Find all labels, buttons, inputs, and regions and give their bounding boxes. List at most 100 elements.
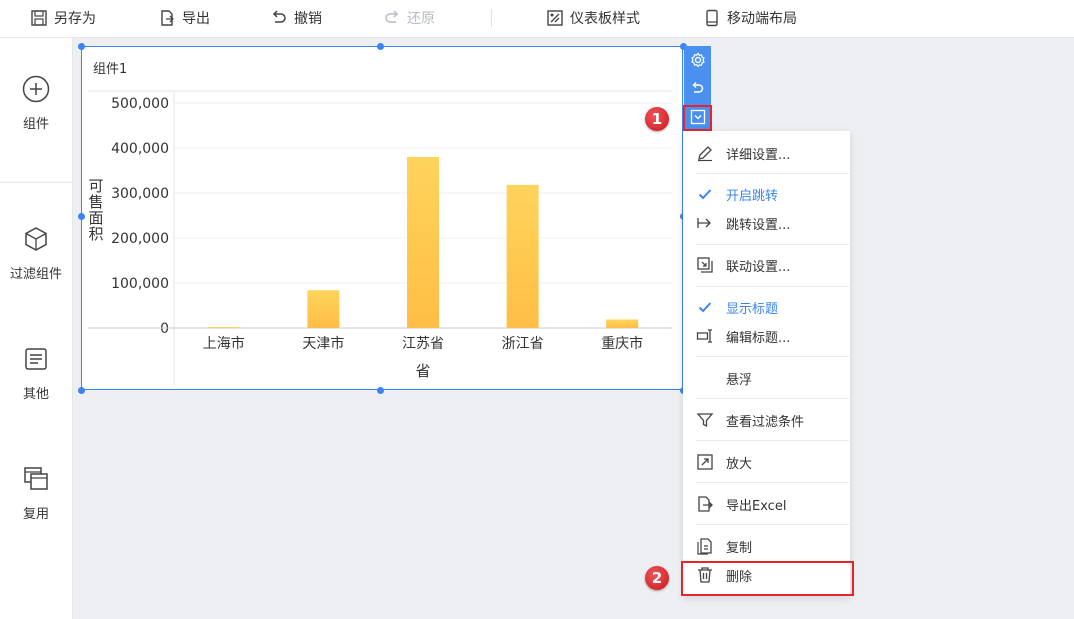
dashboard-style-label: 仪表板样式 <box>570 11 640 27</box>
expand-icon <box>695 452 715 472</box>
menu-item-export-excel[interactable]: 导出Excel <box>683 491 850 517</box>
menu-divider <box>696 524 849 525</box>
menu-item-label: 放大 <box>726 456 753 472</box>
y-tick-label: 300,000 <box>111 186 169 202</box>
resize-handle[interactable] <box>78 213 85 220</box>
menu-item-enable-jump[interactable]: 开启跳转 <box>683 181 850 207</box>
menu-divider <box>696 173 849 174</box>
resize-handle[interactable] <box>78 43 85 50</box>
menu-item-label: 复制 <box>726 540 753 556</box>
y-tick-label: 500,000 <box>111 96 169 112</box>
x-tick-label: 江苏省 <box>402 336 444 352</box>
menu-divider <box>696 398 849 399</box>
menu-item-copy[interactable]: 复制 <box>683 533 850 559</box>
chart-widget[interactable]: 组件1 500,000 400,000 300,000 200,000 100,000 0… <box>81 46 683 390</box>
mobile-icon <box>706 9 718 27</box>
sidebar-item-reuse[interactable]: 复用 <box>0 465 72 522</box>
filter-icon <box>695 410 715 430</box>
menu-item-label: 详细设置... <box>726 147 791 163</box>
menu-divider <box>696 356 849 357</box>
top-toolbar: 另存为 导出 撤销 还原 仪表板样式 移动端布局 <box>0 0 1074 38</box>
export-icon <box>161 10 174 26</box>
bar <box>407 157 439 328</box>
link-window-icon <box>695 255 715 275</box>
menu-item-jump-settings[interactable]: 跳转设置... <box>683 210 850 236</box>
x-tick-label: 重庆市 <box>601 335 643 352</box>
x-tick-label: 天津市 <box>302 335 344 352</box>
y-tick-label: 400,000 <box>111 141 169 157</box>
highlight-box-delete <box>681 561 854 596</box>
resize-handle[interactable] <box>377 43 384 50</box>
menu-item-label: 显示标题 <box>726 301 779 317</box>
copy-windows-icon <box>24 467 48 490</box>
toolbar-divider <box>491 9 492 27</box>
mobile-layout-button[interactable]: 移动端布局 <box>703 8 797 28</box>
widget-settings-button[interactable] <box>684 46 711 73</box>
sidebar-item-filter-widget[interactable]: 过滤组件 <box>0 225 72 282</box>
menu-item-label: 悬浮 <box>726 372 753 388</box>
bar-chart: 500,000 400,000 300,000 200,000 100,000 0 上海市 天… <box>88 89 676 385</box>
jump-arrow-icon <box>695 213 715 233</box>
menu-item-float[interactable]: 悬浮 <box>683 365 850 391</box>
x-axis-title: 省 <box>415 362 430 380</box>
undo-icon <box>691 81 703 93</box>
redo-button[interactable]: 还原 <box>383 8 435 28</box>
y-tick-label: 200,000 <box>111 231 169 247</box>
menu-divider <box>696 244 849 245</box>
plus-circle-icon <box>22 75 50 103</box>
menu-item-linkage-settings[interactable]: 联动设置... <box>683 252 850 278</box>
bar <box>506 184 539 328</box>
y-axis-title: 可售面积 <box>88 177 103 243</box>
x-tick-label: 浙江省 <box>502 336 544 352</box>
check-icon <box>695 297 715 317</box>
menu-item-show-title[interactable]: 显示标题 <box>683 294 850 320</box>
text-doc-icon <box>25 348 47 370</box>
sidebar-item-label: 组件 <box>22 117 49 132</box>
menu-item-detail-settings[interactable]: 详细设置... <box>683 140 850 166</box>
menu-divider <box>696 440 849 441</box>
menu-item-label: 开启跳转 <box>726 188 779 204</box>
save-as-button[interactable]: 另存为 <box>30 8 96 28</box>
bar <box>207 327 240 329</box>
menu-item-label: 联动设置... <box>726 259 791 275</box>
chart-svg: 500,000 400,000 300,000 200,000 100,000 0 上海市 天… <box>88 90 672 385</box>
menu-divider <box>696 482 849 483</box>
menu-item-edit-title[interactable]: 编辑标题... <box>683 323 850 349</box>
export-file-icon <box>695 494 715 514</box>
menu-item-enlarge[interactable]: 放大 <box>683 449 850 475</box>
undo-icon <box>272 10 286 23</box>
dashboard-style-button[interactable]: 仪表板样式 <box>546 8 640 28</box>
redo-label: 还原 <box>407 11 435 27</box>
undo-button[interactable]: 撤销 <box>270 8 322 28</box>
sidebar-item-label: 过滤组件 <box>9 267 62 282</box>
menu-item-label: 跳转设置... <box>726 217 791 233</box>
export-button[interactable]: 导出 <box>158 8 210 28</box>
x-tick-label: 上海市 <box>203 335 245 352</box>
sidebar-item-other[interactable]: 其他 <box>0 345 72 402</box>
sidebar-item-widget[interactable]: 组件 <box>0 75 72 132</box>
widget-title: 组件1 <box>93 62 128 77</box>
sidebar-item-label: 复用 <box>22 507 49 522</box>
menu-item-label: 编辑标题... <box>726 330 791 346</box>
bar <box>307 290 340 328</box>
save-as-label: 另存为 <box>54 11 96 27</box>
menu-item-view-filter-conditions[interactable]: 查看过滤条件 <box>683 407 850 433</box>
redo-icon <box>385 10 399 23</box>
cube-icon <box>25 227 47 251</box>
pencil-icon <box>695 143 715 163</box>
resize-handle[interactable] <box>377 387 384 394</box>
resize-handle[interactable] <box>78 387 85 394</box>
y-tick-label: 100,000 <box>111 276 169 292</box>
text-cursor-icon <box>695 326 715 346</box>
widget-undo-button[interactable] <box>684 74 711 101</box>
palette-icon <box>547 10 563 26</box>
mobile-layout-label: 移动端布局 <box>727 11 797 27</box>
highlight-box-dropdown <box>683 105 712 131</box>
bar <box>606 319 639 328</box>
step-badge-1: 1 <box>645 107 669 131</box>
save-icon <box>31 10 47 26</box>
left-sidebar: 组件 过滤组件 其他 复用 <box>0 38 73 619</box>
widget-context-menu: 详细设置... 开启跳转 跳转设置... 联动设置... 显示标题 编辑标题..… <box>683 131 850 596</box>
export-label: 导出 <box>182 11 210 27</box>
menu-divider <box>696 286 849 287</box>
